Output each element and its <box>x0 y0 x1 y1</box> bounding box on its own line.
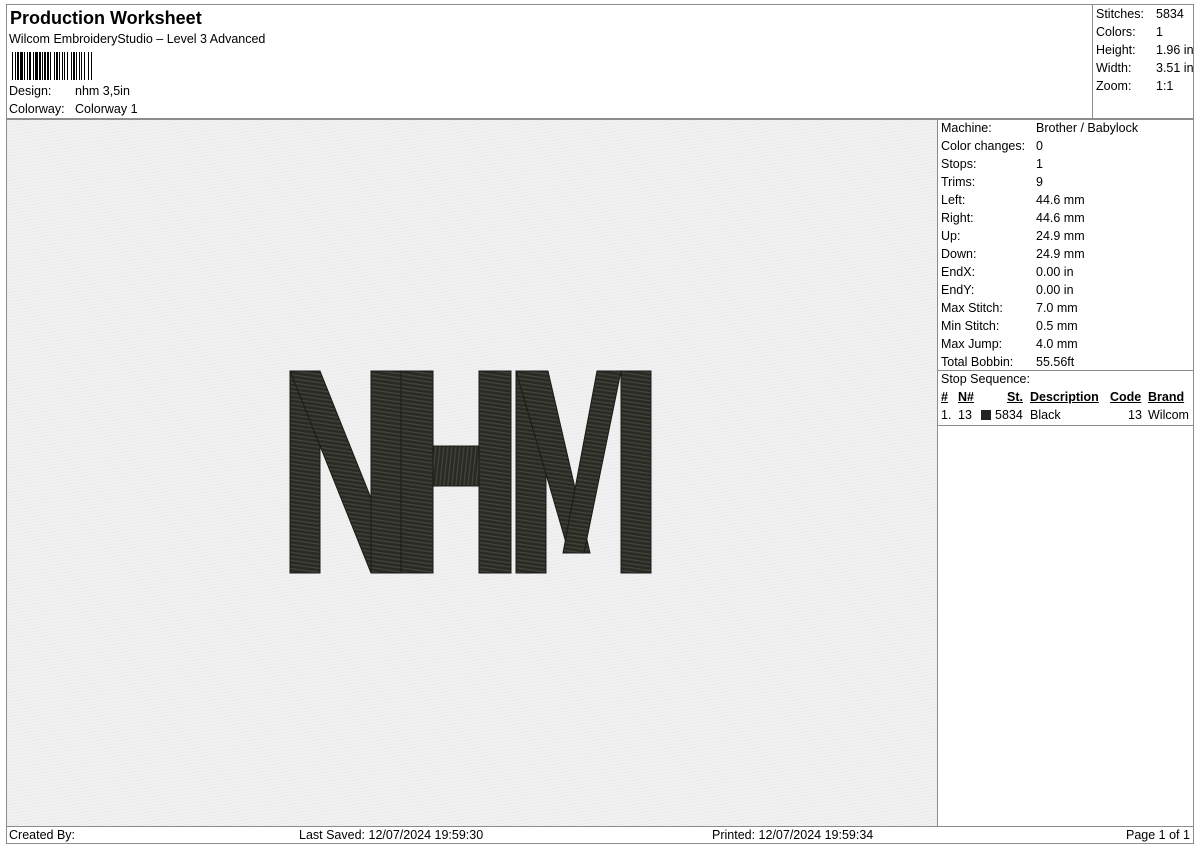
worksheet-footer: Created By: Last Saved: 12/07/2024 19:59… <box>6 826 1194 844</box>
col-stitches: St. <box>1007 390 1023 404</box>
summary-panel: Stitches: 5834 Colors: 1 Height: 1.96 in… <box>1092 5 1194 118</box>
info-label: Machine: <box>941 121 992 135</box>
info-value: 24.9 mm <box>1036 229 1085 243</box>
col-brand: Brand <box>1148 390 1185 404</box>
info-label: Color changes: <box>941 139 1026 153</box>
colors-label: Colors: <box>1096 25 1136 39</box>
software-name: Wilcom EmbroideryStudio – Level 3 Advanc… <box>9 32 266 46</box>
design-row: Design: nhm 3,5in <box>9 84 130 98</box>
info-label: EndX: <box>941 265 976 279</box>
info-value: Brother / Babylock <box>1036 121 1139 135</box>
info-label: Trims: <box>941 175 976 189</box>
col-code: Code <box>1110 390 1142 404</box>
info-value: 1 <box>1036 157 1043 171</box>
design-preview <box>6 119 938 827</box>
embroidery-design <box>289 370 652 574</box>
info-value: 0.00 in <box>1036 265 1074 279</box>
info-value: 24.9 mm <box>1036 247 1085 261</box>
info-label: Total Bobbin: <box>941 355 1014 369</box>
page-number: Page 1 of 1 <box>1126 828 1190 842</box>
info-label: Up: <box>941 229 961 243</box>
row-description: Black <box>1030 408 1061 422</box>
printed-date: Printed: 12/07/2024 19:59:34 <box>712 828 874 842</box>
row-brand: Wilcom <box>1148 408 1189 422</box>
info-value: 55.56ft <box>1036 355 1075 369</box>
info-label: Stops: <box>941 157 977 171</box>
letter-h <box>400 370 512 574</box>
info-value: 44.6 mm <box>1036 211 1085 225</box>
section-divider <box>938 370 1193 371</box>
letter-n <box>289 370 402 574</box>
colorway-row: Colorway: Colorway 1 <box>9 102 138 116</box>
info-label: Right: <box>941 211 974 225</box>
info-label: Max Jump: <box>941 337 1003 351</box>
info-value: 44.6 mm <box>1036 193 1085 207</box>
created-by: Created By: <box>9 828 76 842</box>
info-label: Down: <box>941 247 977 261</box>
row-code: 13 <box>1128 408 1142 422</box>
zoom-label: Zoom: <box>1096 79 1132 93</box>
info-label: Left: <box>941 193 966 207</box>
design-text <box>289 370 652 574</box>
design-label: Design: <box>9 84 52 98</box>
page-title: Production Worksheet <box>10 8 202 28</box>
worksheet-header: Production Worksheet Wilcom EmbroiderySt… <box>6 4 1194 119</box>
row-stitches: 5834 <box>995 408 1023 422</box>
info-label: Min Stitch: <box>941 319 1000 333</box>
col-needle: N# <box>958 390 974 404</box>
colors-value: 1 <box>1156 25 1163 39</box>
col-description: Description <box>1030 390 1099 404</box>
height-value: 1.96 in <box>1156 43 1194 57</box>
info-label: EndY: <box>941 283 975 297</box>
stitches-label: Stitches: <box>1096 7 1144 21</box>
machine-info-panel: Machine: Brother / Babylock Color changes:… <box>937 119 1194 827</box>
info-value: 9 <box>1036 175 1043 189</box>
info-value: 4.0 mm <box>1036 337 1078 351</box>
stitches-value: 5834 <box>1156 7 1184 21</box>
col-number: # <box>941 390 948 404</box>
info-value: 0 <box>1036 139 1043 153</box>
row-needle: 13 <box>958 408 972 422</box>
table-divider <box>938 425 1193 426</box>
info-value: 0.5 mm <box>1036 319 1078 333</box>
letter-m <box>515 370 652 574</box>
info-value: 7.0 mm <box>1036 301 1078 315</box>
colorway-value: Colorway 1 <box>75 102 138 116</box>
height-label: Height: <box>1096 43 1136 57</box>
zoom-value: 1:1 <box>1156 79 1174 93</box>
last-saved: Last Saved: 12/07/2024 19:59:30 <box>299 828 484 842</box>
width-value: 3.51 in <box>1156 61 1194 75</box>
design-barcode <box>12 52 92 80</box>
thread-color-swatch <box>981 410 991 420</box>
design-value: nhm 3,5in <box>75 84 130 98</box>
colorway-label: Colorway: <box>9 102 65 116</box>
stop-sequence-title: Stop Sequence: <box>941 372 1030 386</box>
row-number: 1. <box>941 408 952 422</box>
info-value: 0.00 in <box>1036 283 1074 297</box>
info-label: Max Stitch: <box>941 301 1003 315</box>
width-label: Width: <box>1096 61 1132 75</box>
